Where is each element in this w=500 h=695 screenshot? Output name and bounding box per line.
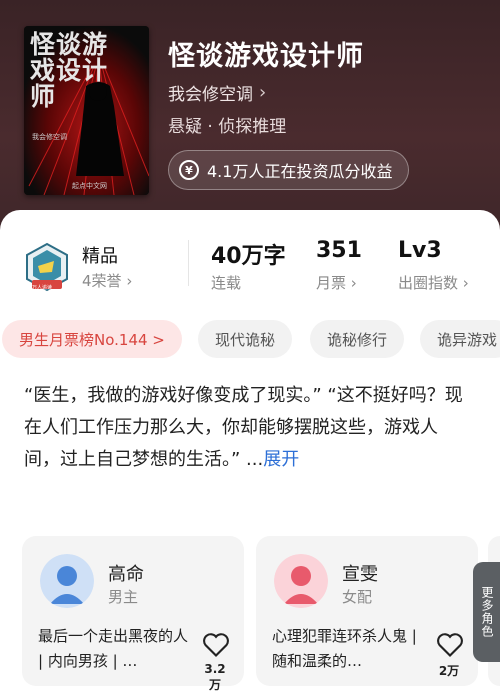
chevron-right-icon: ›: [350, 274, 357, 292]
author-name: 我会修空调: [168, 85, 253, 105]
book-cover[interactable]: 怪谈游戏设计师 我会修空调 起点中文网: [24, 26, 149, 195]
rank-tag[interactable]: 男生月票榜No.144 >: [2, 320, 182, 358]
character-role: 男主: [108, 588, 139, 606]
invest-button[interactable]: ¥ 4.1万人正在投资瓜分收益: [168, 150, 410, 190]
book-detail-card: 万人追读 精品 4荣誉 › 40万字 连载 351 月票 › Lv3 出圈指数 …: [0, 210, 500, 695]
monthly-ticket-link[interactable]: 月票 ›: [316, 272, 357, 293]
character-desc: 最后一个走出黑夜的人 | 内向男孩 | …: [38, 627, 189, 670]
like-count: 2万: [438, 664, 460, 678]
character-card[interactable]: 高命 男主 最后一个走出黑夜的人 | 内向男孩 | … 3.2万: [22, 536, 244, 692]
person-silhouette-icon: [40, 554, 94, 608]
influence-label: 出圈指数: [398, 274, 459, 292]
yen-icon: ¥: [179, 160, 199, 180]
heart-icon[interactable]: [202, 632, 230, 658]
cover-publisher: 起点中文网: [72, 182, 107, 190]
character-role: 女配: [342, 588, 373, 606]
like-count: 3.2万: [204, 662, 226, 692]
avatar: [274, 554, 328, 608]
tag-modern-mystery[interactable]: 现代诡秘: [198, 320, 293, 358]
chevron-right-icon: ›: [259, 82, 267, 103]
influence-link[interactable]: 出圈指数 ›: [398, 272, 469, 293]
stats-divider: [188, 240, 189, 286]
more-roles-button[interactable]: 更多角色: [473, 562, 500, 662]
honor-label: 4荣誉: [82, 272, 122, 290]
character-desc: 心理犯罪连环杀人鬼 | 随和温柔的…: [272, 627, 417, 670]
character-name: 宣雯: [342, 564, 378, 585]
tag-strange-game[interactable]: 诡异游戏: [420, 320, 500, 358]
tag-mystery-cultivation[interactable]: 诡秘修行: [310, 320, 405, 358]
honor-link[interactable]: 4荣誉 ›: [82, 270, 132, 291]
heart-icon[interactable]: [436, 632, 464, 658]
cover-author: 我会修空调: [32, 133, 67, 141]
expand-link[interactable]: 展开: [263, 449, 299, 470]
book-title: 怪谈游戏设计师: [168, 41, 364, 72]
chevron-right-icon: ›: [126, 272, 133, 290]
quality-label: 精品: [82, 246, 118, 267]
avatar: [40, 554, 94, 608]
invest-text: 4.1万人正在投资瓜分收益: [207, 162, 393, 181]
author-link[interactable]: 我会修空调 ›: [168, 80, 266, 105]
person-silhouette-icon: [274, 554, 328, 608]
monthly-ticket-label: 月票: [316, 274, 347, 292]
character-name: 高命: [108, 564, 144, 585]
influence-level: Lv3: [398, 238, 442, 263]
monthly-ticket-count: 351: [316, 238, 362, 263]
badge-caption: 万人追读: [32, 285, 53, 291]
intro-text: “医生，我做的游戏好像变成了现实。” “这不挺好吗？现在人们工作压力那么大，你却…: [24, 385, 463, 470]
cover-title: 怪谈游戏设计师: [30, 30, 109, 111]
book-intro[interactable]: “医生，我做的游戏好像变成了现实。” “这不挺好吗？现在人们工作压力那么大，你却…: [24, 380, 472, 476]
chevron-right-icon: ›: [462, 274, 469, 292]
word-count: 40万字: [211, 244, 286, 269]
genre-label: 悬疑 · 侦探推理: [168, 117, 287, 137]
status-label: 连载: [211, 274, 242, 292]
character-card[interactable]: 宣雯 女配 心理犯罪连环杀人鬼 | 随和温柔的… 2万: [256, 536, 478, 686]
